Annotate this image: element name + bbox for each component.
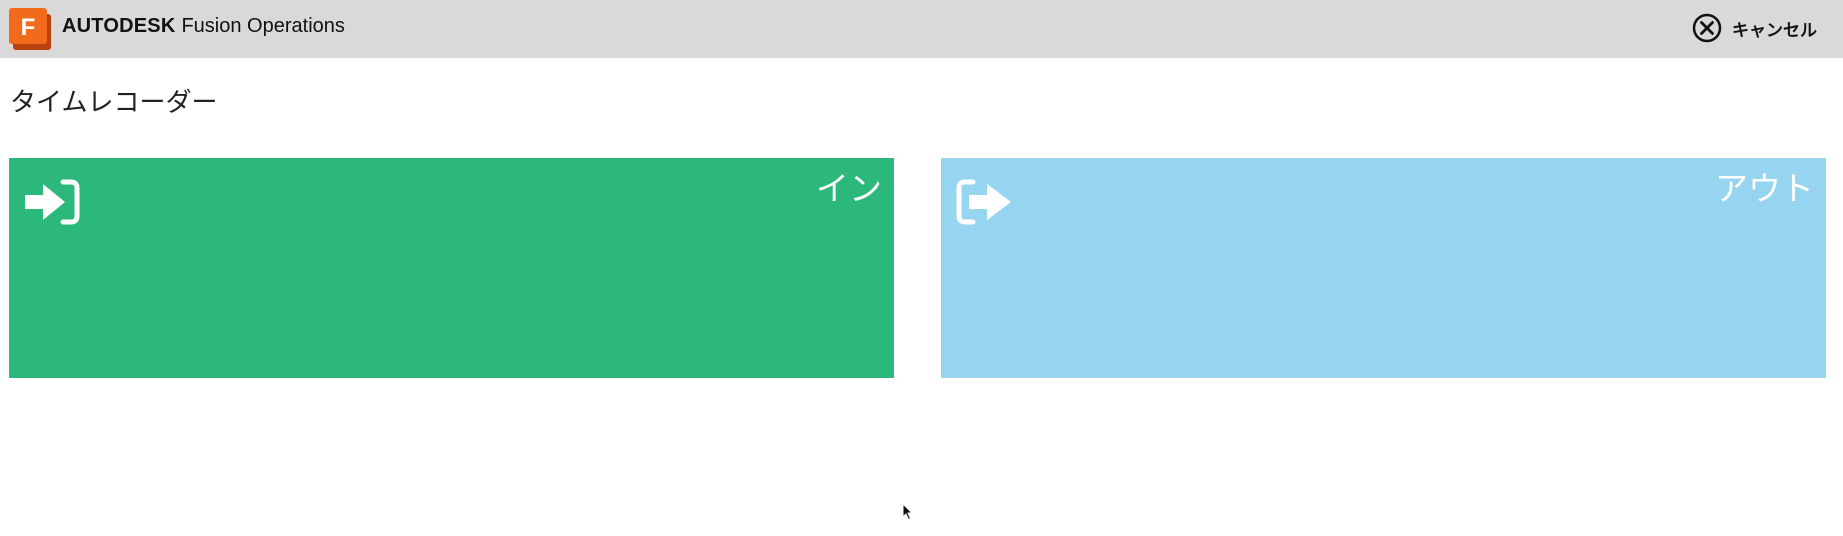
app-header: F AUTODESK Fusion Operations キャンセル bbox=[0, 0, 1843, 58]
sign-out-icon bbox=[956, 179, 1011, 225]
brand-company: AUTODESK bbox=[62, 15, 176, 37]
sign-in-icon bbox=[25, 179, 80, 225]
close-circle-icon bbox=[1692, 13, 1722, 43]
page-title: タイムレコーダー bbox=[10, 88, 218, 118]
fusion-operations-logo: F bbox=[9, 8, 51, 50]
logo-letter: F bbox=[21, 14, 36, 41]
clock-in-label: イン bbox=[816, 169, 882, 208]
clock-in-tile[interactable]: イン bbox=[9, 158, 894, 378]
cancel-label: キャンセル bbox=[1732, 20, 1817, 41]
cancel-button[interactable]: キャンセル bbox=[1692, 12, 1817, 44]
clock-out-label: アウト bbox=[1715, 169, 1814, 208]
mouse-cursor-icon bbox=[902, 503, 914, 521]
brand-name: AUTODESK Fusion Operations bbox=[62, 13, 345, 38]
brand-product: Fusion Operations bbox=[181, 15, 345, 37]
clock-out-tile[interactable]: アウト bbox=[941, 158, 1826, 378]
